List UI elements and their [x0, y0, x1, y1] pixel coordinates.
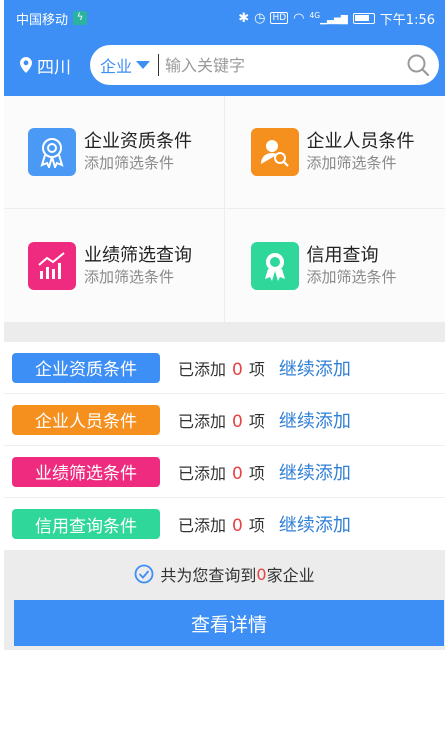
added-count: 已添加 0 项	[178, 516, 265, 536]
condition-row: 企业人员条件 已添加 0 项 继续添加	[4, 394, 445, 446]
check-circle-icon	[134, 564, 154, 584]
continue-add-link[interactable]: 继续添加	[279, 407, 351, 433]
condition-row: 企业资质条件 已添加 0 项 继续添加	[4, 342, 445, 394]
continue-add-link[interactable]: 继续添加	[279, 355, 351, 381]
added-count: 已添加 0 项	[178, 411, 265, 432]
condition-tag: 业绩筛选条件	[12, 456, 160, 487]
carrier-label: 中国移动	[16, 12, 69, 28]
condition-tag: 信用查询条件	[12, 509, 160, 539]
filter-credit[interactable]: 信用查询 添加筛选条件	[225, 209, 446, 322]
status-time: 下午1:56	[379, 12, 435, 28]
category-dropdown[interactable]: 企业	[100, 53, 158, 77]
bluetooth-icon: ✱	[238, 10, 250, 26]
filter-performance[interactable]: 业绩筛选查询 添加筛选条件	[4, 209, 225, 322]
continue-add-link[interactable]: 继续添加	[279, 459, 351, 485]
search-input[interactable]	[165, 55, 407, 75]
filter-subtitle: 添加筛选条件	[306, 154, 397, 172]
filter-subtitle: 添加筛选条件	[84, 267, 175, 286]
result-footer: 共为您查询到 0 家企业 查看详情	[4, 550, 445, 650]
battery-icon	[352, 12, 375, 24]
wifi-icon: ◠	[293, 10, 305, 26]
filter-title: 业绩筛选查询	[84, 244, 192, 266]
header-bar: 中国移动 ϟ ✱ ◷ HD ◠ 4G▁▃▅▇ 下午1:56 四川 企业	[4, 0, 445, 96]
alarm-icon: ◷	[254, 10, 266, 26]
condition-row: 信用查询条件 已添加 0 项 继续添加	[4, 498, 445, 550]
condition-row: 业绩筛选条件 已添加 0 项 继续添加	[4, 446, 445, 498]
category-label: 企业	[100, 57, 133, 76]
location-pin-icon	[20, 57, 32, 73]
continue-add-link[interactable]: 继续添加	[279, 511, 351, 537]
location-selector[interactable]: 四川	[20, 53, 90, 78]
added-count: 已添加 0 项	[178, 359, 265, 380]
dropdown-arrow-icon	[136, 61, 151, 69]
search-icon[interactable]	[407, 54, 429, 76]
bar-chart-icon	[28, 241, 76, 290]
status-bar: 中国移动 ϟ ✱ ◷ HD ◠ 4G▁▃▅▇ 下午1:56	[4, 0, 445, 36]
added-count: 已添加 0 项	[178, 463, 265, 484]
sim-icon: ϟ	[73, 11, 88, 25]
condition-tag: 企业人员条件	[12, 404, 160, 435]
filter-title: 企业资质条件	[84, 131, 192, 152]
signal-icon: 4G▁▃▅▇	[309, 11, 348, 25]
award-icon	[28, 128, 76, 176]
section-divider	[4, 322, 445, 342]
filter-enterprise-qualification[interactable]: 企业资质条件 添加筛选条件	[4, 96, 225, 209]
filter-title: 信用查询	[306, 244, 379, 266]
person-search-icon	[250, 128, 299, 176]
result-summary: 共为您查询到 0 家企业	[4, 550, 445, 598]
hd-icon: HD	[270, 12, 289, 24]
credit-badge-icon	[250, 241, 299, 290]
search-box: 企业	[90, 45, 439, 85]
view-details-button[interactable]: 查看详情	[14, 600, 444, 646]
result-count: 0	[256, 564, 267, 584]
filter-enterprise-personnel[interactable]: 企业人员条件 添加筛选条件	[224, 96, 445, 209]
filter-subtitle: 添加筛选条件	[84, 154, 175, 172]
condition-list: 企业资质条件 已添加 0 项 继续添加 企业人员条件 已添加 0 项 继续添加 业绩筛选…	[4, 342, 445, 550]
location-label: 四川	[37, 57, 71, 78]
condition-tag: 企业资质条件	[12, 352, 160, 383]
text-cursor	[158, 54, 160, 76]
filter-title: 企业人员条件	[306, 131, 415, 152]
filter-subtitle: 添加筛选条件	[306, 267, 397, 286]
filter-grid: 企业资质条件 添加筛选条件 企业人员条件 添加筛选条件 业绩筛选查询 添加筛选条…	[4, 96, 445, 322]
